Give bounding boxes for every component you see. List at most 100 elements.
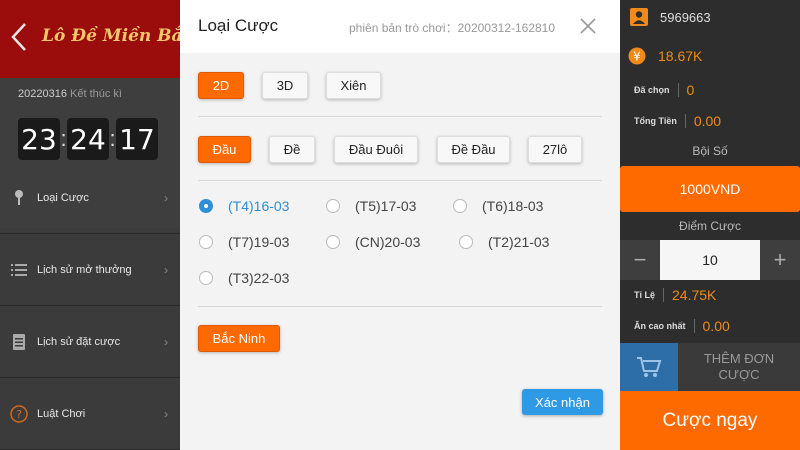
yen-icon: ¥ — [628, 47, 646, 65]
svg-text:?: ? — [16, 408, 22, 421]
currency-value: 18.67K — [658, 48, 703, 64]
left-panel: Lô Đề Miền Bắc 20220316 Kết thúc kì 23 :… — [0, 0, 193, 450]
stake-amount-button[interactable]: 1000VND — [620, 166, 800, 212]
chevron-right-icon: › — [164, 335, 168, 349]
minus-button[interactable]: − — [620, 240, 660, 280]
total-label: Tổng Tiền — [634, 116, 677, 126]
radio-icon — [453, 199, 467, 213]
separator — [677, 83, 679, 97]
date-option[interactable]: (T4)16-03 — [199, 196, 289, 216]
menu-item-bet-history[interactable]: Lịch sử đặt cược › — [0, 306, 180, 378]
chevron-right-icon: › — [164, 191, 168, 205]
session-id: 20220316 — [18, 88, 67, 100]
menu-item-bet-type[interactable]: Loại Cược › — [0, 162, 180, 234]
balance-value: 5969663 — [660, 9, 711, 25]
total-row: Tổng Tiền 0.00 — [620, 111, 800, 131]
divider — [198, 180, 602, 181]
radio-icon — [199, 271, 213, 285]
date-option[interactable]: (T7)19-03 — [199, 232, 289, 252]
date-option[interactable]: (T3)22-03 — [199, 268, 289, 288]
radio-icon — [199, 235, 213, 249]
back-button[interactable] — [8, 20, 30, 54]
points-label: Điểm Cược — [679, 219, 741, 233]
selected-row: Đã chọn 0 — [620, 80, 800, 100]
countdown-colon: : — [60, 126, 67, 151]
menu-item-label: Lịch sử đặt cược — [37, 335, 121, 348]
balance-row: 5969663 — [620, 4, 800, 30]
date-label: (T5)17-03 — [355, 198, 417, 214]
date-label: (T2)21-03 — [488, 234, 550, 250]
close-icon — [580, 18, 596, 34]
chevron-right-icon: › — [164, 263, 168, 277]
confirm-button[interactable]: Xác nhận — [522, 389, 603, 415]
add-order-button[interactable]: THÊM ĐƠN CƯỢC — [678, 343, 800, 391]
type-tab-de-dau[interactable]: Đề Đầu — [437, 136, 510, 163]
svg-text:¥: ¥ — [633, 50, 641, 64]
selected-value: 0 — [686, 82, 695, 98]
rate-label: Tỉ Lệ — [634, 290, 656, 300]
game-version: phiên bản trò chơi：20200312-162810 — [349, 21, 556, 35]
type-tab-de[interactable]: Đề — [269, 136, 315, 163]
mode-tab-2d[interactable]: 2D — [198, 72, 244, 99]
game-title: Lô Đề Miền Bắc — [42, 26, 193, 46]
date-label: (CN)20-03 — [355, 234, 421, 250]
menu-item-rules[interactable]: ? Luật Chơi › — [0, 378, 180, 450]
cart-icon — [637, 357, 662, 377]
date-option[interactable]: (T2)21-03 — [459, 232, 549, 252]
chevron-left-icon — [11, 23, 26, 51]
menu-item-label: Loại Cược — [37, 191, 89, 204]
max-win-label: Ăn cao nhất — [634, 321, 686, 331]
countdown-hours: 23 — [18, 118, 60, 160]
points-stepper: − 10 + — [620, 240, 800, 280]
modal-header: Loại Cược phiên bản trò chơi：20200312-16… — [180, 0, 620, 53]
date-option[interactable]: (CN)20-03 — [326, 232, 420, 252]
total-value: 0.00 — [693, 113, 722, 129]
question-icon: ? — [10, 404, 28, 423]
menu-item-draw-history[interactable]: Lịch sử mở thưởng › — [0, 234, 180, 306]
separator — [693, 319, 695, 333]
menu-item-label: Luật Chơi — [37, 407, 86, 420]
currency-row: ¥ 18.67K — [620, 44, 800, 68]
countdown-seconds: 17 — [116, 118, 158, 160]
type-tab-dau[interactable]: Đầu — [198, 136, 251, 163]
close-button[interactable] — [578, 16, 598, 36]
bet-now-button[interactable]: Cược ngay — [620, 391, 800, 450]
date-label: (T6)18-03 — [482, 198, 544, 214]
date-option[interactable]: (T6)18-03 — [453, 196, 543, 216]
radio-icon — [326, 199, 340, 213]
session-status: Kết thúc kì — [70, 88, 122, 100]
game-header: Lô Đề Miền Bắc — [0, 0, 193, 78]
divider — [198, 116, 602, 117]
rate-row: Tỉ Lệ 24.75K — [620, 285, 800, 305]
date-option[interactable]: (T5)17-03 — [326, 196, 416, 216]
max-win-value: 0.00 — [702, 318, 730, 334]
document-icon — [10, 333, 28, 351]
modal-title: Loại Cược — [198, 16, 279, 35]
user-icon — [630, 8, 648, 26]
side-menu: Loại Cược › Lịch sử mở thưởng › Lịch sử … — [0, 162, 180, 450]
chevron-right-icon: › — [164, 407, 168, 421]
date-label: (T7)19-03 — [228, 234, 290, 250]
separator — [663, 288, 665, 302]
multiplier-label: Bội Số — [692, 144, 728, 158]
divider — [198, 306, 602, 307]
plus-button[interactable]: + — [760, 240, 800, 280]
points-input[interactable]: 10 — [660, 240, 760, 280]
countdown-minutes: 24 — [67, 118, 109, 160]
radio-icon — [459, 235, 473, 249]
session-info: 20220316 Kết thúc kì — [18, 86, 180, 102]
date-label: (T4)16-03 — [228, 198, 290, 214]
radio-icon — [326, 235, 340, 249]
countdown-colon: : — [109, 126, 116, 151]
mode-tab-3d[interactable]: 3D — [262, 72, 308, 99]
cart-button[interactable] — [620, 343, 678, 391]
countdown-timer: 23 : 24 : 17 — [18, 118, 180, 160]
max-win-row: Ăn cao nhất 0.00 — [620, 316, 800, 336]
separator — [684, 114, 686, 128]
pin-icon — [10, 189, 28, 207]
mode-tab-xien[interactable]: Xiên — [326, 72, 381, 99]
type-tab-dau-duoi[interactable]: Đầu Đuôi — [334, 136, 418, 163]
region-button[interactable]: Bắc Ninh — [198, 325, 280, 352]
type-tab-27lo[interactable]: 27lô — [528, 136, 582, 163]
radio-checked-icon — [199, 199, 213, 213]
